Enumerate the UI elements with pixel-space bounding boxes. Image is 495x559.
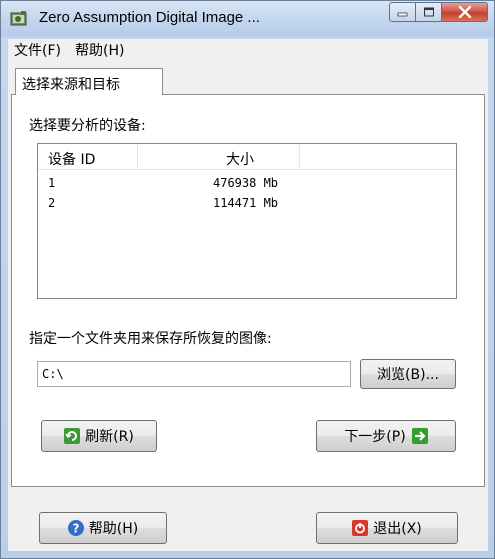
refresh-button[interactable]: 刷新(R) [41, 420, 157, 452]
close-button[interactable] [442, 2, 488, 22]
client-area: 选择来源和目标 选择要分析的设备: 设备 ID 大小 1 476938 Mb 2… [8, 61, 488, 551]
refresh-button-label: 刷新(R) [85, 429, 134, 445]
maximize-button[interactable] [416, 2, 442, 22]
next-button[interactable]: 下一步(P) [316, 420, 456, 452]
help-button[interactable]: ? 帮助(H) [39, 512, 167, 544]
caption-buttons [389, 2, 488, 22]
help-icon: ? [67, 520, 84, 536]
device-list[interactable]: 设备 ID 大小 1 476938 Mb 2 114471 Mb [37, 143, 457, 299]
browse-button-label: 浏览(B)... [377, 367, 439, 383]
device-section-label: 选择要分析的设备: [29, 118, 146, 134]
next-button-label: 下一步(P) [344, 429, 406, 445]
menu-help[interactable]: 帮助(H) [75, 40, 124, 60]
close-icon [458, 6, 471, 18]
tab-panel: 选择要分析的设备: 设备 ID 大小 1 476938 Mb 2 114471 … [11, 94, 485, 487]
column-filler [300, 144, 456, 169]
column-device-id[interactable]: 设备 ID [38, 144, 138, 170]
menu-bar: 文件(F) 帮助(H) [8, 39, 488, 61]
device-size-cell: 114471 Mb [213, 196, 279, 210]
window-title: Zero Assumption Digital Image ... [39, 9, 260, 26]
arrow-right-icon [411, 428, 428, 444]
table-row[interactable]: 1 476938 Mb [38, 175, 456, 193]
exit-button[interactable]: 退出(X) [316, 512, 458, 544]
menu-file[interactable]: 文件(F) [14, 40, 61, 60]
folder-section-label: 指定一个文件夹用来保存所恢复的图像: [29, 331, 272, 347]
svg-text:?: ? [72, 522, 79, 536]
power-icon [352, 520, 369, 536]
device-id-cell: 2 [48, 196, 56, 210]
device-list-header: 设备 ID 大小 [38, 144, 456, 170]
maximize-icon [423, 7, 434, 17]
table-row[interactable]: 2 114471 Mb [38, 195, 456, 213]
folder-path-input[interactable]: C:\ [37, 361, 351, 387]
app-logo-icon [10, 10, 28, 28]
tab-select-source-target[interactable]: 选择来源和目标 [15, 68, 163, 95]
app-window: Zero Assumption Digital Image ... 文件(F) … [0, 0, 495, 559]
minimize-button[interactable] [389, 2, 416, 22]
refresh-icon [64, 428, 81, 444]
title-bar[interactable]: Zero Assumption Digital Image ... [1, 1, 494, 37]
device-id-cell: 1 [48, 176, 56, 190]
exit-button-label: 退出(X) [373, 521, 422, 537]
minimize-icon [397, 12, 407, 17]
column-size[interactable]: 大小 [138, 144, 300, 170]
device-size-cell: 476938 Mb [213, 176, 279, 190]
browse-button[interactable]: 浏览(B)... [360, 359, 456, 389]
help-button-label: 帮助(H) [88, 521, 139, 537]
